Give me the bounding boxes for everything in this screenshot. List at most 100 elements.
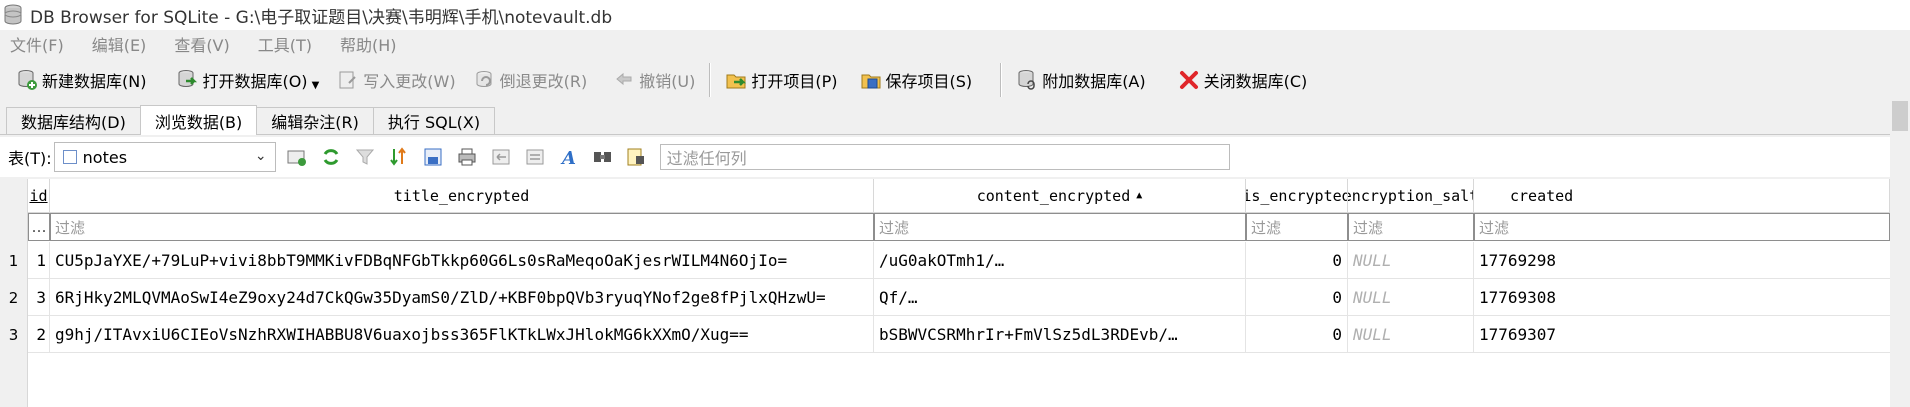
tab-edit-pragmas[interactable]: 编辑杂注(R)	[256, 107, 374, 134]
table-select[interactable]: notes ⌄	[53, 142, 276, 172]
chevron-down-icon: ⌄	[254, 148, 267, 164]
save-project-label: 保存项目(S)	[885, 72, 973, 91]
write-changes-label: 写入更改(W)	[363, 72, 456, 91]
table-cell-is-encrypted[interactable]: 0	[1246, 316, 1348, 353]
sort-ascending-icon: ▲	[1136, 190, 1143, 201]
table-cell-is-encrypted[interactable]: 0	[1246, 279, 1348, 316]
database-icon	[4, 4, 22, 25]
column-header-title-encrypted[interactable]: title_encrypted	[50, 179, 874, 213]
revert-changes-button[interactable]: 倒退更改(R)	[468, 62, 594, 98]
tab-execute-sql[interactable]: 执行 SQL(X)	[372, 107, 496, 134]
undo-label: 撤销(U)	[639, 72, 696, 91]
table-cell-encryption-salt[interactable]: NULL	[1348, 242, 1474, 279]
new-database-label: 新建数据库(N)	[42, 72, 147, 91]
new-database-button[interactable]: 新建数据库(N)	[10, 62, 152, 98]
column-header-label: id	[29, 186, 48, 205]
column-header-content-encrypted[interactable]: content_encrypted ▲	[874, 179, 1246, 213]
filter-input-content-encrypted[interactable]: 过滤	[874, 213, 1246, 241]
attach-database-button[interactable]: 附加数据库(A)	[1010, 62, 1151, 98]
filter-input-created[interactable]: 过滤	[1474, 213, 1890, 241]
column-header-created[interactable]: created	[1474, 179, 1890, 213]
table-cell-content-encrypted[interactable]: Qf/…	[874, 279, 1246, 316]
menu-help[interactable]: 帮助(H)	[340, 32, 397, 56]
cell-value: 2	[36, 324, 46, 344]
table-cell-created[interactable]: 17769308	[1474, 279, 1890, 316]
filter-input-is-encrypted[interactable]: 过滤	[1246, 213, 1348, 241]
scrollbar-thumb[interactable]	[1892, 101, 1908, 131]
attach-database-icon	[1018, 70, 1035, 90]
column-header-encryption-salt[interactable]: encryption_salt	[1348, 179, 1474, 213]
table-cell-title-encrypted[interactable]: 6RjHky2MLQVMAoSwI4eZ9oxy24d7CkQGw35DyamS…	[50, 279, 874, 316]
revert-changes-label: 倒退更改(R)	[499, 72, 588, 91]
svg-text:A: A	[560, 148, 576, 168]
vertical-scrollbar[interactable]	[1890, 95, 1910, 407]
filter-input-title-encrypted[interactable]: 过滤	[50, 213, 874, 241]
cell-value: Qf/…	[879, 287, 918, 307]
next-page-icon[interactable]	[522, 144, 548, 170]
save-table-icon[interactable]	[420, 144, 446, 170]
menu-edit[interactable]: 编辑(E)	[92, 32, 147, 56]
sort-icon[interactable]	[386, 144, 412, 170]
row-number-label: 1	[8, 251, 19, 270]
row-number-label: 2	[8, 288, 19, 307]
table-cell-id[interactable]: 1	[28, 242, 50, 279]
column-header-is-encrypted[interactable]: is_encrypted	[1246, 179, 1348, 213]
data-grid: id title_encrypted content_encrypted ▲ i…	[0, 179, 1890, 407]
row-number[interactable]: 3	[0, 316, 27, 353]
filter-all-input[interactable]: 过滤任何列	[659, 144, 1230, 170]
table-cell-is-encrypted[interactable]: 0	[1246, 242, 1348, 279]
menu-view[interactable]: 查看(V)	[174, 32, 229, 56]
row-number[interactable]: 1	[0, 242, 27, 279]
undo-button[interactable]: 撤销(U)	[607, 62, 701, 98]
previous-page-icon[interactable]	[488, 144, 514, 170]
table-cell-created[interactable]: 17769298	[1474, 242, 1890, 279]
cell-value: 17769298	[1479, 250, 1557, 270]
cell-value: 17769308	[1479, 287, 1557, 307]
table-select-value: notes	[82, 147, 128, 167]
open-project-icon	[726, 74, 747, 89]
write-changes-button[interactable]: 写入更改(W)	[331, 62, 461, 98]
table-cell-title-encrypted[interactable]: CU5pJaYXE/+79LuP+vivi8bbT9MMKivFDBqNFGbT…	[50, 242, 874, 279]
column-header-label: created	[1510, 186, 1574, 205]
clear-filters-icon[interactable]	[352, 144, 378, 170]
table-cell-title-encrypted[interactable]: g9hj/ITAvxiU6CIEoVsNzhRXWIHABBU8V6uaxojb…	[50, 316, 874, 353]
find-icon[interactable]	[590, 144, 616, 170]
menu-file[interactable]: 文件(F)	[10, 32, 64, 56]
open-database-icon	[178, 70, 198, 87]
close-database-button[interactable]: 关闭数据库(C)	[1172, 62, 1314, 98]
table-cell-content-encrypted[interactable]: /uG0akOTmh1/…	[874, 242, 1246, 279]
font-icon[interactable]: A	[556, 144, 582, 170]
tab-label: 浏览数据(B)	[154, 112, 243, 132]
open-database-button[interactable]: 打开数据库(O) ▼	[170, 62, 325, 98]
menu-tools[interactable]: 工具(T)	[258, 32, 312, 56]
main-toolbar: 新建数据库(N) 打开数据库(O) ▼ 写入更改(W) 倒退更改(R) 撤销(U…	[0, 58, 1910, 102]
filter-input-encryption-salt[interactable]: 过滤	[1348, 213, 1474, 241]
filter-placeholder: 过滤	[1251, 218, 1282, 237]
save-project-button[interactable]: 保存项目(S)	[854, 62, 979, 98]
undo-arrow-icon	[616, 72, 632, 86]
table-cell-id[interactable]: 3	[28, 279, 50, 316]
tab-browse-data[interactable]: 浏览数据(B)	[139, 105, 258, 135]
cell-value: 6RjHky2MLQVMAoSwI4eZ9oxy24d7CkQGw35DyamS…	[55, 287, 826, 307]
refresh-icon[interactable]	[318, 144, 344, 170]
tab-database-structure[interactable]: 数据库结构(D)	[6, 107, 141, 134]
table-icon	[62, 150, 77, 164]
open-database-dropdown-icon[interactable]: ▼	[312, 80, 320, 91]
attach-database-label: 附加数据库(A)	[1042, 72, 1146, 91]
row-number[interactable]: 2	[0, 279, 27, 316]
filter-all-placeholder: 过滤任何列	[666, 149, 747, 168]
table-cell-encryption-salt[interactable]: NULL	[1348, 279, 1474, 316]
title-bar: DB Browser for SQLite - G:\电子取证题目\决赛\韦明辉…	[0, 0, 1910, 30]
table-cell-created[interactable]: 17769307	[1474, 316, 1890, 353]
find-replace-icon[interactable]	[624, 144, 650, 170]
table-cell-content-encrypted[interactable]: bSBWVCSRMhrIr+FmVlSz5dL3RDEvb/…	[874, 316, 1246, 353]
filter-corner[interactable]: …	[28, 213, 50, 241]
refresh-table-icon[interactable]	[284, 144, 310, 170]
print-icon[interactable]	[454, 144, 480, 170]
open-project-button[interactable]: 打开项目(P)	[719, 62, 843, 98]
table-cell-id[interactable]: 2	[28, 316, 50, 353]
column-header-id[interactable]: id	[28, 179, 50, 213]
cell-value: NULL	[1353, 287, 1392, 307]
cell-value: NULL	[1353, 324, 1392, 344]
table-cell-encryption-salt[interactable]: NULL	[1348, 316, 1474, 353]
